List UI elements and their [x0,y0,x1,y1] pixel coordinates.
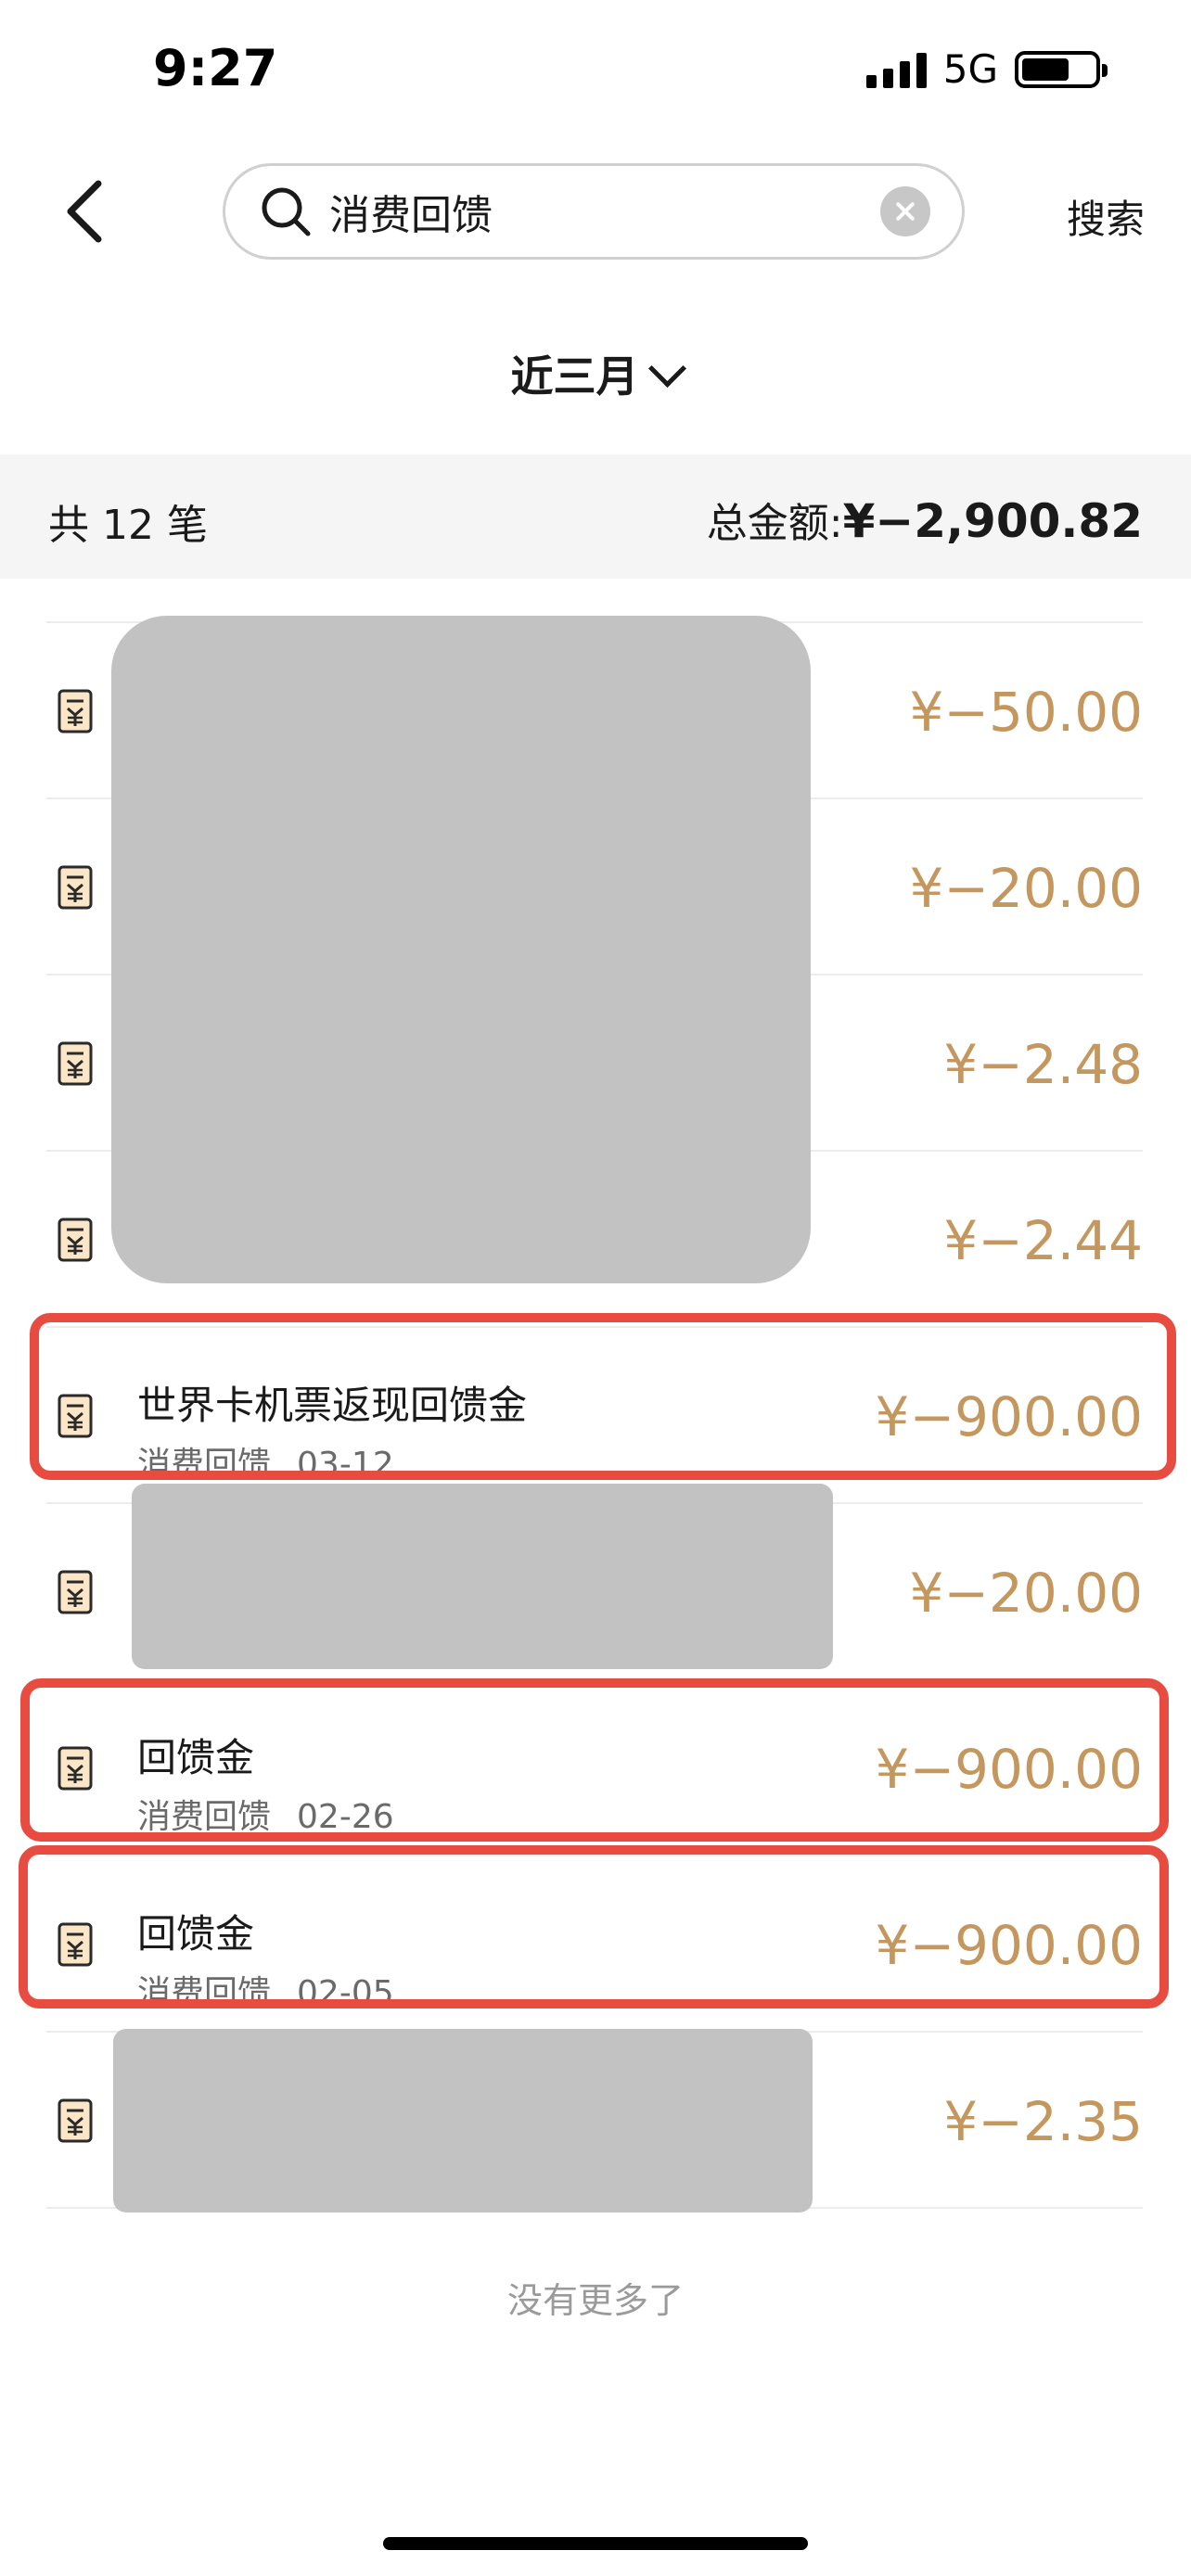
redaction-block [132,1484,833,1669]
transaction-amount: ¥−2.44 [943,1209,1143,1272]
search-icon [262,187,311,236]
total-amount: 总金额:¥−2,900.82 [707,490,1143,549]
status-indicators: 5G [865,46,1108,92]
transaction-amount: ¥−2.48 [943,1033,1143,1096]
search-input[interactable]: 消费回馈 [223,163,965,260]
chevron-down-icon [647,349,686,389]
list-end-text: 没有更多了 [506,2280,684,2321]
bill-icon [58,2098,93,2143]
highlight-box [19,1845,1169,2009]
battery-icon [1015,50,1108,88]
search-button[interactable]: 搜索 [1067,188,1145,245]
period-filter[interactable]: 近三月 [0,343,1191,404]
bill-icon [58,1041,93,1086]
home-indicator[interactable] [383,2537,808,2550]
redaction-block [111,616,811,1283]
search-query-text[interactable]: 消费回馈 [329,182,880,241]
total-label: 总金额: [706,500,843,547]
network-type: 5G [942,46,998,92]
transaction-count: 共 12 笔 [48,502,208,549]
transaction-amount: ¥−50.00 [909,681,1143,744]
highlight-box [20,1678,1169,1842]
bill-icon [58,865,93,910]
highlight-box [30,1313,1176,1480]
summary-bar: 共 12 笔 总金额:¥−2,900.82 [0,454,1191,579]
bill-icon [58,689,93,733]
bill-icon [58,1570,93,1614]
bill-icon [58,1218,93,1262]
back-chevron-icon[interactable] [54,174,119,249]
transaction-amount: ¥−2.35 [943,2090,1143,2153]
transaction-amount: ¥−20.00 [909,1562,1143,1625]
total-value: ¥−2,900.82 [842,494,1143,548]
status-time: 9:27 [153,39,278,97]
period-label: 近三月 [510,351,639,402]
cellular-signal-icon [865,51,927,88]
transaction-amount: ¥−20.00 [909,857,1143,920]
redaction-block [113,2029,813,2213]
clear-icon[interactable] [880,186,930,236]
